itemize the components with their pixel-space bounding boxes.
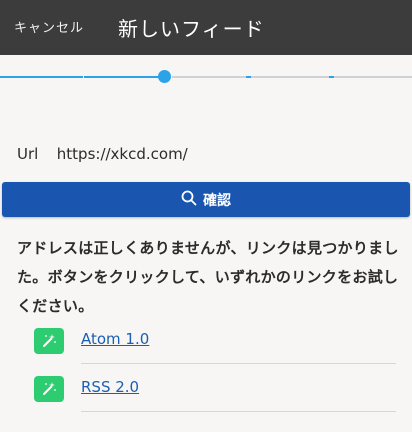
url-row: Url https://xkcd.com/ (17, 145, 188, 163)
page-title: 新しいフィード (118, 17, 265, 41)
feed-link-atom[interactable]: Atom 1.0 (81, 330, 149, 348)
app-bar: キャンセル 新しいフィード (0, 0, 412, 55)
url-label: Url (17, 145, 39, 163)
magic-wand-icon (34, 376, 64, 402)
stepper-tick (246, 76, 251, 78)
feed-link-rss[interactable]: RSS 2.0 (81, 378, 139, 396)
confirm-button[interactable]: 確認 (2, 182, 410, 217)
stepper-track-pending (251, 76, 329, 78)
cancel-button[interactable]: キャンセル (14, 17, 84, 36)
confirm-button-label: 確認 (203, 192, 231, 209)
stepper-current-dot (158, 70, 171, 83)
stepper-tick (329, 76, 334, 78)
feed-option: RSS 2.0 (0, 364, 412, 412)
progress-stepper (0, 68, 412, 84)
stepper-track-pending (172, 76, 246, 78)
divider (81, 411, 396, 412)
stepper-track-complete (0, 76, 83, 78)
feed-option: Atom 1.0 (0, 316, 412, 364)
magic-wand-icon (34, 328, 64, 354)
search-icon (181, 190, 197, 210)
stepper-track-complete (84, 76, 164, 78)
error-message: アドレスは正しくありませんが、リンクは見つかりました。ボタンをクリックして、いず… (17, 239, 399, 315)
url-value[interactable]: https://xkcd.com/ (57, 145, 188, 163)
stepper-track-pending (334, 76, 412, 78)
